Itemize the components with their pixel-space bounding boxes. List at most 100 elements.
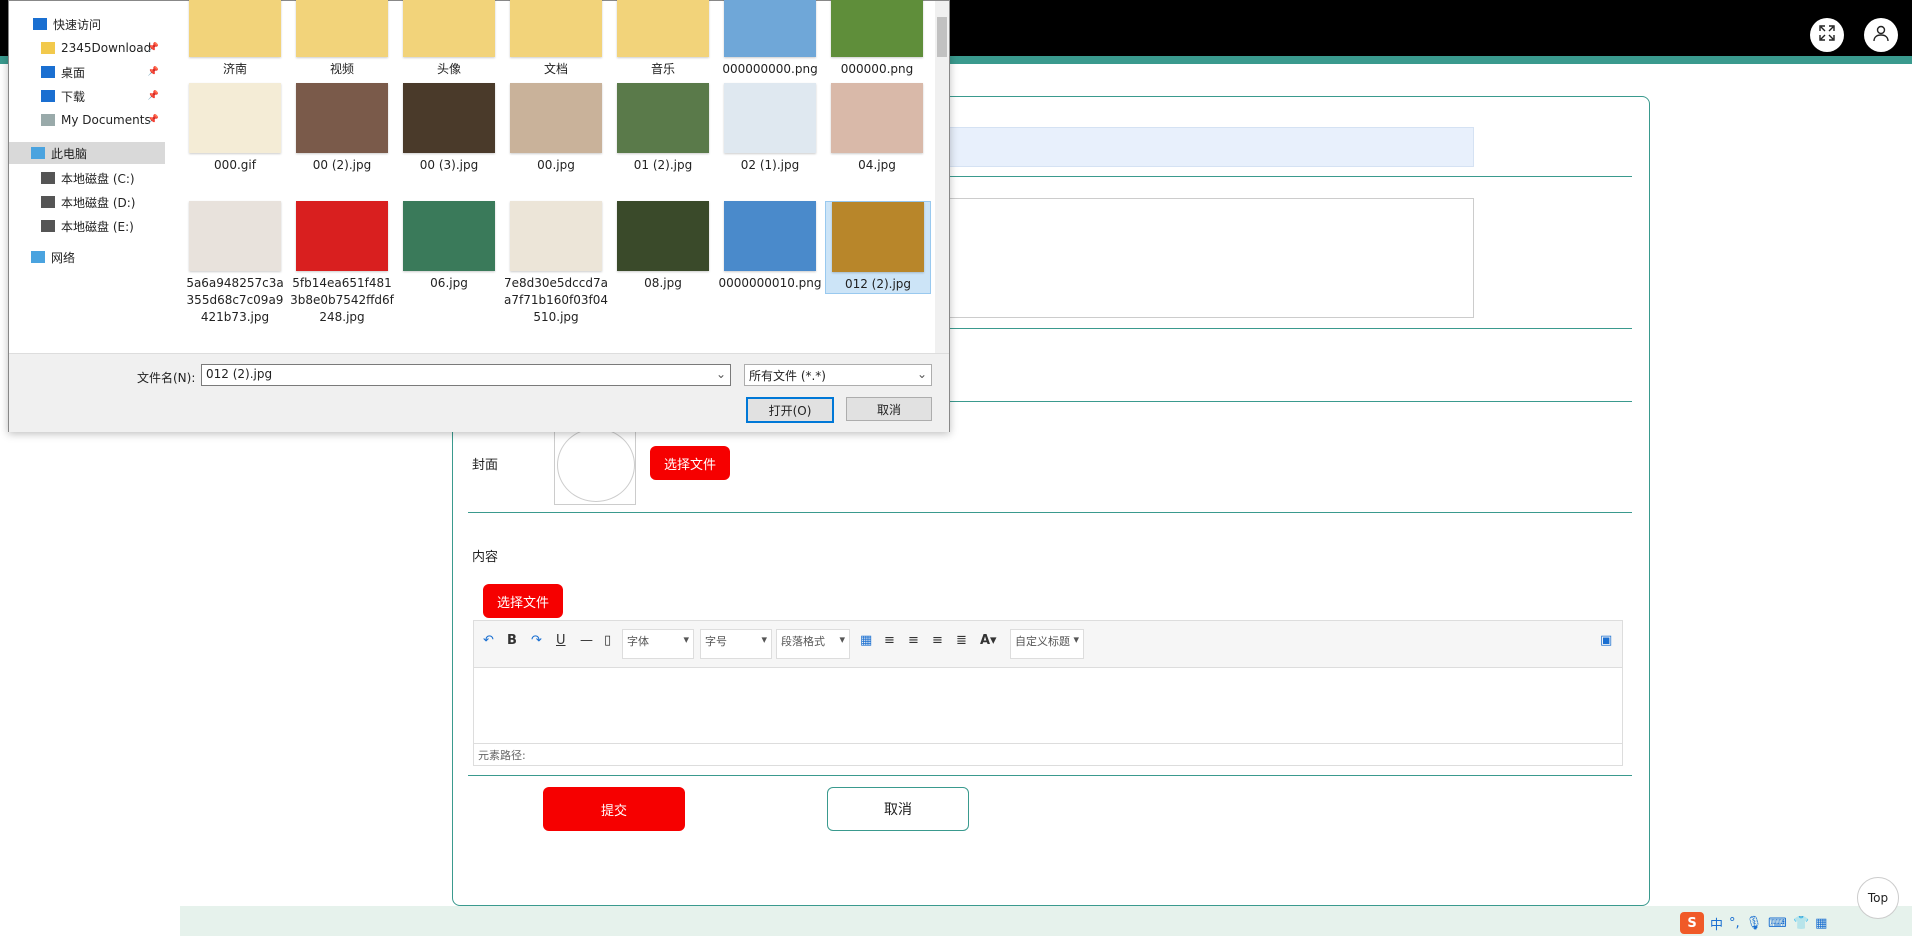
file-name: 视频 [329, 62, 354, 76]
table-icon[interactable]: ▦ [860, 633, 872, 648]
file-list-scrollbar[interactable] [935, 1, 949, 353]
align-left-icon[interactable]: ≡ [884, 633, 895, 648]
toolbox-icon[interactable]: ▦ [1815, 916, 1827, 931]
user-button[interactable] [1864, 18, 1898, 52]
folder-icon [41, 42, 55, 54]
file-name: 5fb14ea651f4813b8e0b7542ffd6f248.jpg [290, 276, 394, 324]
file-item[interactable]: 00 (2).jpg [290, 83, 394, 174]
nav-item[interactable]: My Documents 📌 [9, 109, 165, 131]
chevron-down-icon[interactable]: ⌄ [917, 367, 927, 381]
source-view-icon[interactable]: ▣ [1600, 633, 1612, 648]
file-item[interactable]: 5fb14ea651f4813b8e0b7542ffd6f248.jpg [290, 201, 394, 326]
file-item[interactable]: 000000.png [825, 0, 929, 78]
nav-item[interactable]: 本地磁盘 (C:) [9, 167, 165, 189]
font-family-select[interactable]: 字体 ▾ [622, 629, 694, 659]
nav-item[interactable]: 快速访问 [9, 13, 165, 35]
scrollbar-thumb[interactable] [937, 17, 947, 57]
punctuation-icon[interactable]: °, [1729, 916, 1740, 931]
chevron-down-icon[interactable]: ⌄ [716, 367, 726, 381]
align-right-icon[interactable]: ≡ [932, 633, 943, 648]
content-choose-file-button[interactable]: 选择文件 [483, 584, 563, 618]
image-thumbnail [832, 202, 924, 272]
image-thumbnail [403, 201, 495, 271]
submit-button[interactable]: 提交 [543, 787, 685, 831]
ime-mode-label[interactable]: 中 [1710, 914, 1723, 933]
nav-item[interactable]: 本地磁盘 (D:) [9, 191, 165, 213]
footer-strip [180, 906, 1912, 936]
file-item[interactable]: 000.gif [183, 83, 287, 174]
open-button[interactable]: 打开(O) [746, 397, 834, 423]
file-name: 5a6a948257c3a355d68c7c09a9421b73.jpg [186, 276, 284, 324]
cover-choose-file-button[interactable]: 选择文件 [650, 446, 730, 480]
image-thumbnail [831, 83, 923, 153]
back-to-top-button[interactable]: Top [1857, 877, 1899, 919]
sogou-icon[interactable]: S [1680, 912, 1704, 934]
expand-icon [1819, 25, 1835, 45]
folder-item[interactable]: 音乐 [611, 0, 715, 78]
filetype-value: 所有文件 (*.*) [749, 369, 826, 383]
file-item[interactable]: 012 (2).jpg [825, 201, 931, 294]
file-name: 00 (3).jpg [419, 158, 479, 172]
image-thumbnail [724, 83, 816, 153]
keyboard-icon[interactable]: ⌨ [1768, 916, 1787, 931]
file-item[interactable]: 7e8d30e5dccd7aa7f71b160f03f04510.jpg [504, 201, 608, 326]
nav-item[interactable]: 此电脑 [9, 142, 165, 164]
user-icon [1872, 24, 1890, 46]
align-justify-icon[interactable]: ≣ [956, 633, 967, 648]
nav-item[interactable]: 下载 📌 [9, 85, 165, 107]
folder-item[interactable]: 文档 [504, 0, 608, 78]
paragraph-format-select[interactable]: 段落格式 ▾ [776, 629, 850, 659]
nav-item-label: 下载 [61, 89, 86, 104]
fullscreen-button[interactable] [1810, 18, 1844, 52]
nav-item[interactable]: 2345Download 📌 [9, 37, 165, 59]
filetype-select[interactable]: 所有文件 (*.*) ⌄ [744, 364, 932, 386]
image-thumbnail [403, 83, 495, 153]
redo-icon[interactable]: ↷ [531, 633, 542, 648]
file-item[interactable]: 01 (2).jpg [611, 83, 715, 174]
align-center-icon[interactable]: ≡ [908, 633, 919, 648]
file-item[interactable]: 00 (3).jpg [397, 83, 501, 174]
divider [468, 775, 1632, 776]
divider [930, 176, 1632, 177]
file-name: 00.jpg [537, 158, 575, 172]
microphone-icon[interactable]: 🎙 [1746, 916, 1763, 931]
file-item[interactable]: 08.jpg [611, 201, 715, 292]
content-label: 内容 [472, 550, 499, 565]
nav-item[interactable]: 本地磁盘 (E:) [9, 215, 165, 237]
bold-icon[interactable]: B [507, 633, 517, 648]
file-item[interactable]: 04.jpg [825, 83, 929, 174]
file-name: 06.jpg [430, 276, 468, 290]
undo-icon[interactable]: ↶ [483, 633, 494, 648]
folder-item[interactable]: 头像 [397, 0, 501, 78]
nav-item-label: My Documents [61, 113, 151, 127]
page-icon[interactable]: ▯ [604, 633, 611, 648]
font-size-select[interactable]: 字号 ▾ [700, 629, 772, 659]
file-item[interactable]: 5a6a948257c3a355d68c7c09a9421b73.jpg [183, 201, 287, 326]
custom-title-select[interactable]: 自定义标题 ▾ [1010, 629, 1084, 659]
file-item[interactable]: 00.jpg [504, 83, 608, 174]
image-thumbnail [617, 201, 709, 271]
file-item[interactable]: 02 (1).jpg [718, 83, 822, 174]
nav-item[interactable]: 网络 [9, 246, 165, 268]
file-open-dialog: 快速访问 2345Download 📌 桌面 📌 下载 📌 My Documents 📌 此电脑本… [8, 0, 950, 432]
nav-item[interactable]: 桌面 📌 [9, 61, 165, 83]
rich-text-editor[interactable]: ↶ B ↷ U — ▯ 字体 ▾ 字号 ▾ 段落格式 ▾ ▦ ≡ ≡ ≡ ≣ A… [473, 620, 1623, 766]
title-input[interactable] [930, 127, 1474, 167]
file-item[interactable]: 0000000010.png [718, 201, 822, 292]
folder-item[interactable]: 视频 [290, 0, 394, 78]
file-item[interactable]: 000000000.png [718, 0, 822, 78]
nav-item-label: 桌面 [61, 65, 86, 80]
horizontal-rule-icon[interactable]: — [580, 633, 593, 648]
skin-icon[interactable]: 👕 [1793, 916, 1809, 931]
folder-item[interactable]: 济南 [183, 0, 287, 78]
folder-icon [296, 0, 388, 57]
dialog-cancel-button[interactable]: 取消 [846, 397, 932, 421]
underline-icon[interactable]: U [556, 633, 566, 648]
file-item[interactable]: 06.jpg [397, 201, 501, 292]
cancel-button[interactable]: 取消 [827, 787, 969, 831]
cover-preview [554, 423, 636, 505]
font-color-icon[interactable]: A▾ [980, 633, 997, 648]
filename-input[interactable]: 012 (2).jpg ⌄ [201, 364, 731, 386]
file-name: 音乐 [650, 62, 675, 76]
summary-textarea[interactable] [930, 198, 1474, 318]
